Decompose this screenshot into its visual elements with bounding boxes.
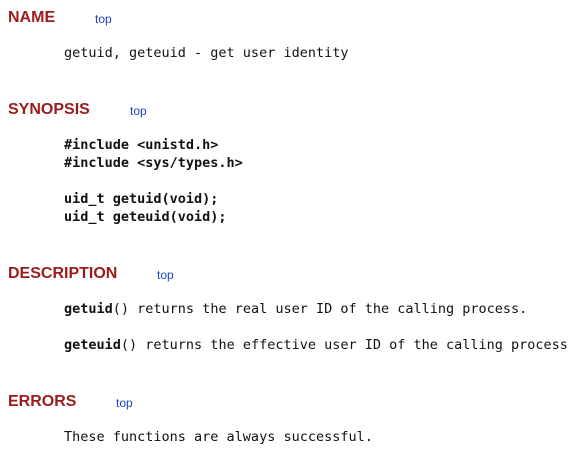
synopsis-include-unistd: #include <unistd.h> bbox=[64, 137, 219, 153]
description-text-geteuid: () returns the effective user ID of the … bbox=[120, 337, 569, 353]
section-heading-name: NAME bbox=[8, 9, 56, 26]
top-link-synopsis[interactable]: top bbox=[130, 104, 147, 118]
function-name-geteuid: geteuid bbox=[64, 337, 121, 353]
description-paragraph-geteuid: geteuid() returns the effective user ID … bbox=[64, 336, 569, 354]
synopsis-include-types: #include <sys/types.h> bbox=[64, 155, 243, 171]
section-heading-synopsis: SYNOPSIS bbox=[8, 101, 90, 118]
section-heading-description: DESCRIPTION bbox=[8, 265, 118, 282]
synopsis-geteuid-proto: uid_t geteuid(void); bbox=[64, 209, 227, 225]
name-text: getuid, geteuid - get user identity bbox=[64, 45, 349, 61]
top-link-errors[interactable]: top bbox=[116, 396, 133, 410]
section-heading-errors: ERRORS bbox=[8, 393, 77, 410]
top-link-description[interactable]: top bbox=[157, 268, 174, 282]
top-link-name[interactable]: top bbox=[95, 12, 112, 26]
function-name-getuid: getuid bbox=[64, 301, 113, 317]
description-paragraph-getuid: getuid() returns the real user ID of the… bbox=[64, 300, 527, 318]
errors-text: These functions are always successful. bbox=[64, 429, 373, 445]
description-text-getuid: () returns the real user ID of the calli… bbox=[112, 301, 528, 317]
synopsis-getuid-proto: uid_t getuid(void); bbox=[64, 191, 219, 207]
